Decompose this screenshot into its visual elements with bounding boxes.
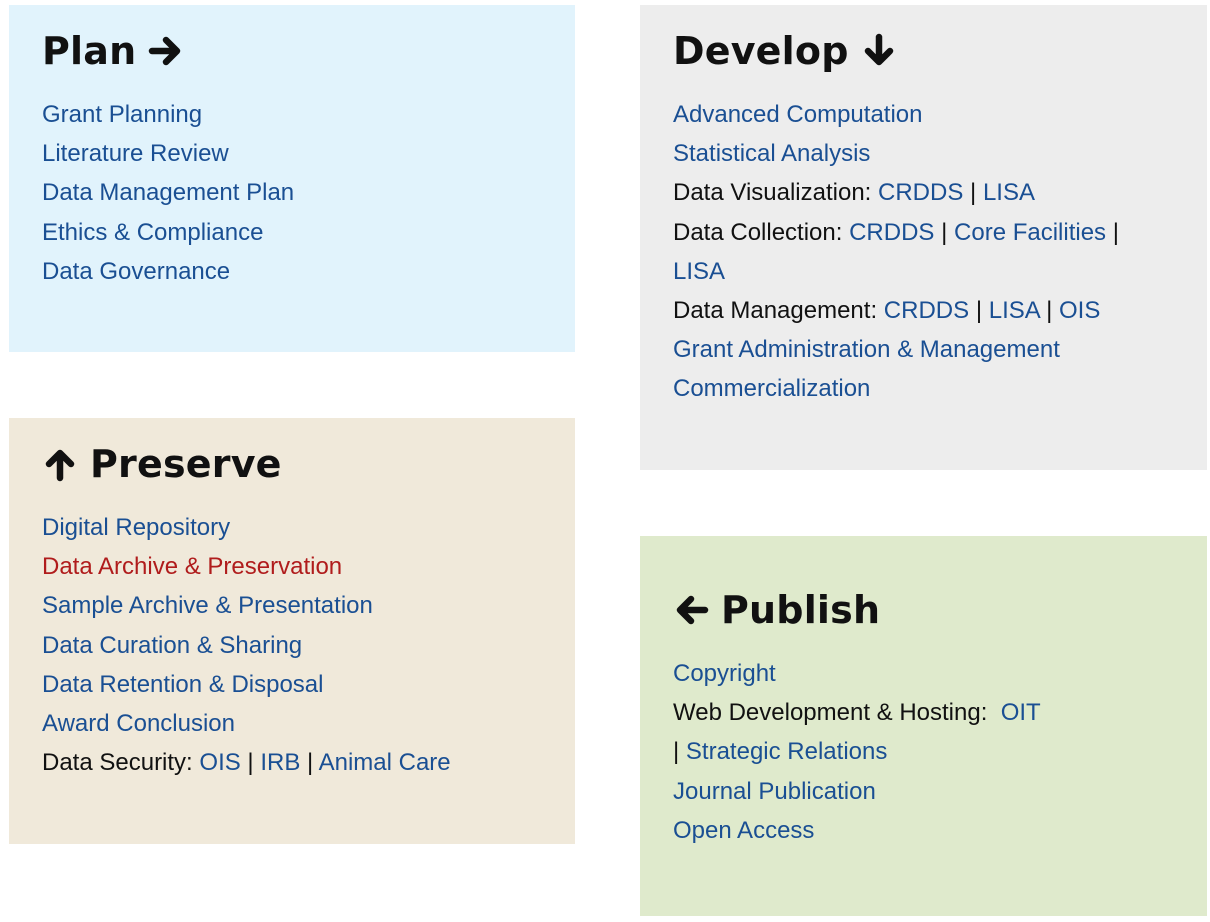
data-collection-crdds-link[interactable]: CRDDS — [849, 219, 934, 246]
statistical-analysis-link[interactable]: Statistical Analysis — [673, 140, 870, 167]
list-item: Data Security: OIS | IRB | Animal Care — [42, 743, 542, 782]
data-visualization-label: Data Visualization: — [673, 179, 879, 207]
commercialization-link[interactable]: Commercialization — [673, 375, 870, 402]
plan-list: Grant Planning Literature Review Data Ma… — [42, 95, 542, 291]
data-governance-link[interactable]: Data Governance — [42, 258, 230, 285]
separator: | — [941, 218, 948, 246]
publish-section: Publish Copyright Web Development & Host… — [640, 536, 1207, 916]
plan-section: Plan Grant Planning Literature Review Da… — [9, 5, 575, 352]
grant-planning-link[interactable]: Grant Planning — [42, 101, 202, 128]
list-item: Copyright — [673, 654, 1174, 693]
sample-archive-presentation-link[interactable]: Sample Archive & Presentation — [42, 592, 373, 619]
list-item: Commercialization — [673, 369, 1174, 408]
list-item: Data Governance — [42, 252, 542, 291]
publish-list: Copyright Web Development & Hosting: OIT… — [673, 654, 1174, 850]
list-item: Ethics & Compliance — [42, 213, 542, 252]
list-item: Data Curation & Sharing — [42, 626, 542, 665]
data-security-ois-link[interactable]: OIS — [199, 749, 240, 776]
arrow-up-icon — [42, 446, 78, 482]
copyright-link[interactable]: Copyright — [673, 660, 776, 687]
data-management-lisa-link[interactable]: LISA — [989, 297, 1040, 324]
data-management-ois-link[interactable]: OIS — [1059, 297, 1100, 324]
data-visualization-crdds-link[interactable]: CRDDS — [878, 179, 963, 206]
list-item: Literature Review — [42, 134, 542, 173]
list-item: Grant Planning — [42, 95, 542, 134]
journal-publication-link[interactable]: Journal Publication — [673, 778, 876, 805]
data-visualization-lisa-link[interactable]: LISA — [983, 179, 1035, 206]
list-item: Data Management Plan — [42, 173, 542, 212]
literature-review-link[interactable]: Literature Review — [42, 140, 229, 167]
data-retention-disposal-link[interactable]: Data Retention & Disposal — [42, 671, 323, 698]
separator: | — [307, 749, 314, 777]
advanced-computation-link[interactable]: Advanced Computation — [673, 101, 923, 128]
plan-heading: Plan — [42, 29, 542, 73]
data-curation-sharing-link[interactable]: Data Curation & Sharing — [42, 632, 302, 659]
list-item: Sample Archive & Presentation — [42, 586, 542, 625]
data-collection-lisa-link[interactable]: LISA — [673, 258, 725, 285]
list-item: Journal Publication — [673, 772, 1174, 811]
list-item: Open Access — [673, 811, 1174, 850]
separator: | — [975, 297, 983, 325]
data-collection-label: Data Collection: — [673, 218, 850, 246]
data-security-animal-care-link[interactable]: Animal Care — [319, 749, 451, 776]
publish-title: Publish — [721, 588, 881, 632]
list-item: Grant Administration & Management — [673, 330, 1174, 369]
separator: | — [970, 179, 977, 207]
develop-heading: Develop — [673, 29, 1174, 73]
separator: | — [1046, 297, 1053, 325]
list-item: Statistical Analysis — [673, 134, 1174, 173]
separator: | — [1112, 218, 1119, 246]
list-item: Data Retention & Disposal — [42, 665, 542, 704]
data-security-label: Data Security: — [42, 749, 200, 777]
list-item: Web Development & Hosting: OIT | Strategi… — [673, 693, 1174, 771]
preserve-heading: Preserve — [42, 442, 542, 486]
develop-title: Develop — [673, 29, 849, 73]
award-conclusion-link[interactable]: Award Conclusion — [42, 710, 235, 737]
develop-list: Advanced Computation Statistical Analysi… — [673, 95, 1174, 409]
data-management-label: Data Management: — [673, 297, 884, 325]
ethics-compliance-link[interactable]: Ethics & Compliance — [42, 219, 263, 246]
data-archive-preservation-link[interactable]: Data Archive & Preservation — [42, 553, 342, 580]
list-item: Data Collection: CRDDS | Core Facilities… — [673, 213, 1174, 291]
publish-heading: Publish — [673, 588, 1174, 632]
preserve-section: Preserve Digital Repository Data Archive… — [9, 418, 575, 844]
data-management-plan-link[interactable]: Data Management Plan — [42, 179, 294, 206]
plan-title: Plan — [42, 29, 137, 73]
arrow-right-icon — [148, 33, 184, 69]
strategic-relations-link[interactable]: Strategic Relations — [686, 738, 887, 765]
web-development-oit-link[interactable]: OIT — [1001, 699, 1041, 726]
digital-repository-link[interactable]: Digital Repository — [42, 514, 230, 541]
web-development-label: Web Development & Hosting: — [673, 699, 1001, 727]
list-item: Advanced Computation — [673, 95, 1174, 134]
list-item: Data Management: CRDDS | LISA | OIS — [673, 291, 1174, 330]
separator: | — [247, 749, 254, 777]
data-security-irb-link[interactable]: IRB — [260, 749, 300, 776]
data-collection-core-facilities-link[interactable]: Core Facilities — [954, 219, 1106, 246]
list-item: Award Conclusion — [42, 704, 542, 743]
grant-administration-link[interactable]: Grant Administration & Management — [673, 336, 1060, 363]
list-item: Digital Repository — [42, 508, 542, 547]
develop-section: Develop Advanced Computation Statistical… — [640, 5, 1207, 470]
list-item: Data Archive & Preservation — [42, 547, 542, 586]
arrow-down-icon — [861, 33, 897, 69]
preserve-title: Preserve — [90, 442, 282, 486]
data-management-crdds-link[interactable]: CRDDS — [884, 297, 969, 324]
preserve-list: Digital Repository Data Archive & Preser… — [42, 508, 542, 782]
arrow-left-icon — [673, 592, 709, 628]
separator: | — [673, 738, 680, 766]
open-access-link[interactable]: Open Access — [673, 817, 814, 844]
list-item: Data Visualization: CRDDS | LISA — [673, 173, 1174, 212]
